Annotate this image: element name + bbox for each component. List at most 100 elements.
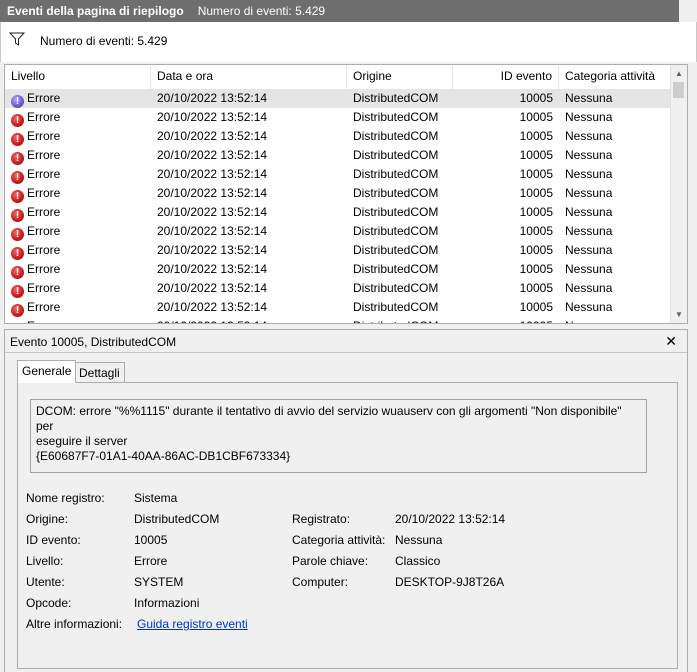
filter-icon[interactable] xyxy=(9,32,25,46)
cell-level: !Errore xyxy=(9,89,149,108)
cell-level: !Errore xyxy=(9,184,149,203)
cell-date: 20/10/2022 13:52:14 xyxy=(157,224,268,238)
column-header-event-id[interactable]: ID evento xyxy=(453,65,559,89)
close-icon[interactable]: ✕ xyxy=(665,333,677,350)
level-text: Errore xyxy=(27,300,61,314)
error-icon: ! xyxy=(11,95,24,108)
level-text: Errore xyxy=(27,129,61,143)
cell-event-id: 10005 xyxy=(519,224,553,238)
keywords-label: Parole chiave: xyxy=(292,554,369,568)
cell-category: Nessuna xyxy=(565,262,613,276)
cell-event-id: 10005 xyxy=(519,262,553,276)
error-icon: ! xyxy=(11,304,24,317)
table-row[interactable]: !Errore 20/10/2022 13:52:14 DistributedCOM… xyxy=(5,89,671,108)
opcode-label: Opcode: xyxy=(26,596,72,610)
table-row[interactable]: !Errore 20/10/2022 13:52:14 DistributedCOM… xyxy=(5,279,671,298)
cell-level: !Errore xyxy=(9,127,149,146)
column-header-level[interactable]: Livello xyxy=(5,65,151,89)
cell-date: 20/10/2022 13:52:14 xyxy=(157,262,268,276)
logged-label: Registrato: xyxy=(292,512,351,526)
table-row[interactable]: !Errore 20/10/2022 13:52:14 DistributedCOM… xyxy=(5,146,671,165)
cell-category: Nessuna xyxy=(565,129,613,143)
level-label: Livello: xyxy=(26,554,64,568)
source-label: Origine: xyxy=(26,512,69,526)
column-header-date[interactable]: Data e ora xyxy=(151,65,347,89)
filter-event-count: Numero di eventi: 5.429 xyxy=(40,34,168,48)
task-category-value: Nessuna xyxy=(395,533,443,547)
table-row[interactable]: !Errore 20/10/2022 13:52:14 DistributedCOM… xyxy=(5,127,671,146)
cell-event-id: 10005 xyxy=(519,243,553,257)
cell-event-id: 10005 xyxy=(519,167,553,181)
cell-event-id: 10005 xyxy=(519,205,553,219)
cell-level: !Errore xyxy=(9,279,149,298)
logged-value: 20/10/2022 13:52:14 xyxy=(395,512,506,526)
error-icon: ! xyxy=(11,228,24,241)
cell-event-id: 10005 xyxy=(519,300,553,314)
cell-source: DistributedCOM xyxy=(353,243,439,257)
cell-category: Nessuna xyxy=(565,91,613,105)
table-row[interactable]: !Errore 20/10/2022 13:52:14 DistributedCOM… xyxy=(5,165,671,184)
scroll-thumb[interactable] xyxy=(673,82,684,98)
cell-source: DistributedCOM xyxy=(353,91,439,105)
cell-level: !Errore xyxy=(9,203,149,222)
error-icon: ! xyxy=(11,266,24,279)
table-row[interactable]: !Errore 20/10/2022 13:52:14 DistributedCOM… xyxy=(5,108,671,127)
cell-date: 20/10/2022 13:52:14 xyxy=(157,317,347,323)
error-icon: ! xyxy=(11,190,24,203)
table-row[interactable]: !Errore 20/10/2022 13:52:14 DistributedCOM… xyxy=(5,184,671,203)
cell-source: DistributedCOM xyxy=(353,224,439,238)
cell-level: !Errore xyxy=(9,317,149,324)
level-text: Errore xyxy=(27,224,61,238)
cell-source: DistributedCOM xyxy=(353,148,439,162)
table-row[interactable]: !Errore 20/10/2022 13:52:14 DistributedCOM… xyxy=(5,317,671,324)
error-icon: ! xyxy=(11,171,24,184)
column-header-category[interactable]: Categoria attività xyxy=(559,65,671,89)
cell-category: Nessuna xyxy=(565,148,613,162)
cell-event-id: 10005 xyxy=(519,281,553,295)
cell-level: !Errore xyxy=(9,241,149,260)
tab-general[interactable]: Generale xyxy=(17,360,77,383)
table-row[interactable]: !Errore 20/10/2022 13:52:14 DistributedCOM… xyxy=(5,260,671,279)
cell-source: DistributedCOM xyxy=(353,186,439,200)
cell-source: DistributedCOM xyxy=(353,167,439,181)
cell-date: 20/10/2022 13:52:14 xyxy=(157,167,268,181)
event-description[interactable]: DCOM: errore "%%1115" durante il tentati… xyxy=(30,399,647,473)
cell-date: 20/10/2022 13:52:14 xyxy=(157,91,268,105)
event-id-value: 10005 xyxy=(134,533,168,547)
cell-source: DistributedCOM xyxy=(353,205,439,219)
table-row[interactable]: !Errore 20/10/2022 13:52:14 DistributedCOM… xyxy=(5,203,671,222)
computer-label: Computer: xyxy=(292,575,349,589)
detail-divider xyxy=(5,352,687,353)
cell-event-id: 10005 xyxy=(519,129,553,143)
log-name-label: Nome registro: xyxy=(26,491,105,505)
level-text: Errore xyxy=(27,281,61,295)
event-detail-title: Evento 10005, DistributedCOM xyxy=(10,335,177,349)
error-icon: ! xyxy=(11,133,24,146)
column-header-source[interactable]: Origine xyxy=(347,65,453,89)
scroll-up-arrow-icon[interactable]: ▲ xyxy=(671,65,687,82)
tab-details[interactable]: Dettagli xyxy=(74,362,125,383)
cell-source: DistributedCOM xyxy=(353,262,439,276)
source-value: DistributedCOM xyxy=(134,512,220,526)
events-table[interactable]: Livello Data e ora Origine ID evento Cat… xyxy=(4,64,688,324)
table-row[interactable]: !Errore 20/10/2022 13:52:14 DistributedCOM… xyxy=(5,298,671,317)
event-id-label: ID evento: xyxy=(26,533,81,547)
level-text: Errore xyxy=(27,262,61,276)
scroll-down-arrow-icon[interactable]: ▼ xyxy=(671,306,687,323)
cell-source: DistributedCOM xyxy=(353,300,439,314)
summary-events-titlebar: Eventi della pagina di riepilogo Numero … xyxy=(0,0,697,22)
cell-category: Nessuna xyxy=(565,205,613,219)
table-row[interactable]: !Errore 20/10/2022 13:52:14 DistributedCOM… xyxy=(5,222,671,241)
cell-category: Nessuna xyxy=(565,167,613,181)
cell-date: 20/10/2022 13:52:14 xyxy=(157,300,268,314)
error-icon: ! xyxy=(11,209,24,222)
table-vertical-scrollbar[interactable]: ▲ ▼ xyxy=(670,65,687,323)
titlebar-edge xyxy=(679,0,697,22)
event-log-help-link[interactable]: Guida registro eventi xyxy=(137,617,248,631)
table-row[interactable]: !Errore 20/10/2022 13:52:14 DistributedCOM… xyxy=(5,241,671,260)
panel-event-count: Numero di eventi: 5.429 xyxy=(197,4,326,18)
level-text: Errore xyxy=(27,167,61,181)
panel-title: Eventi della pagina di riepilogo xyxy=(7,4,184,18)
error-icon: ! xyxy=(11,323,24,324)
task-category-label: Categoria attività: xyxy=(292,533,386,547)
